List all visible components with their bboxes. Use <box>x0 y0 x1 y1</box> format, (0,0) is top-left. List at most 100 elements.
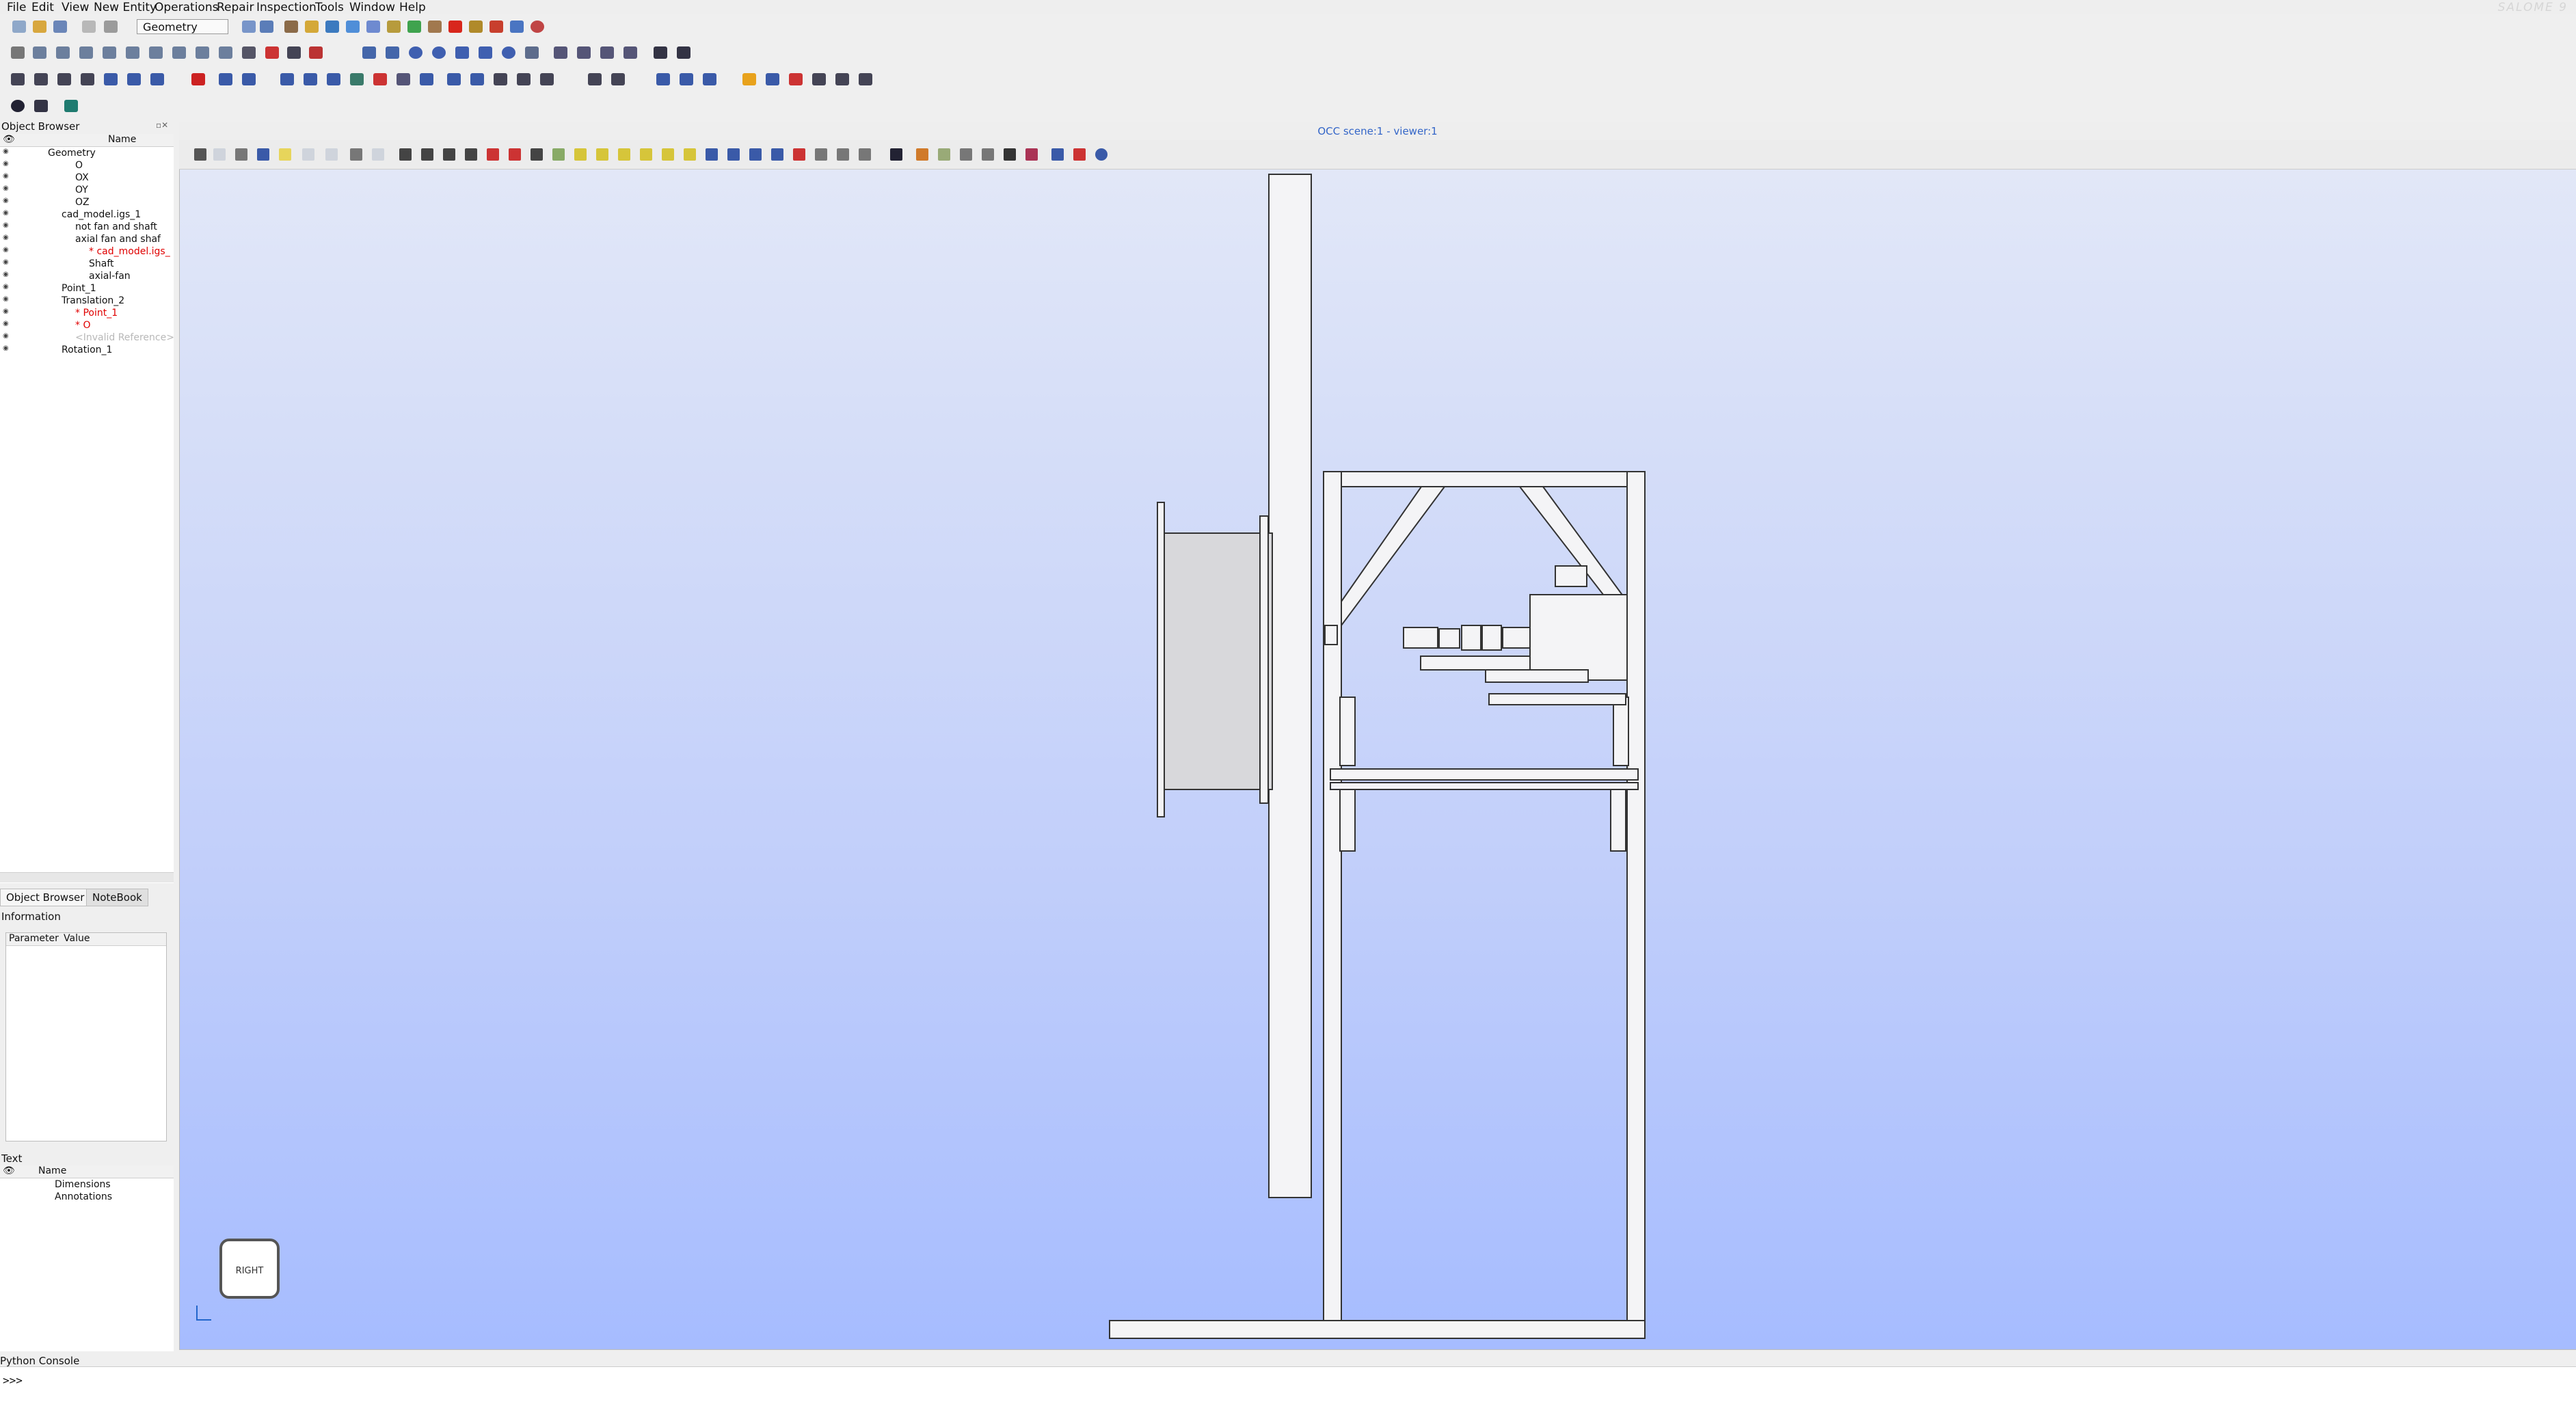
occ-viewer[interactable]: RIGHT <box>179 122 2576 1350</box>
text-name-column-header[interactable]: Name <box>38 1165 66 1176</box>
shape-tool-icon[interactable] <box>387 21 401 33</box>
offset-icon[interactable] <box>104 73 118 85</box>
rotate-icon[interactable] <box>34 73 48 85</box>
right-view-icon[interactable] <box>684 148 696 161</box>
dock-close-icon[interactable]: ▫✕ <box>156 120 168 130</box>
tree-item[interactable]: ◉ axial fan and shaf <box>0 234 174 246</box>
plane-icon[interactable] <box>242 46 256 59</box>
tree-item[interactable]: ◉ <Invalid Reference> <box>0 332 174 344</box>
clipping-icon[interactable] <box>793 148 805 161</box>
visibility-eye-icon[interactable]: ◉ <box>3 197 9 204</box>
sphere-icon[interactable] <box>409 46 422 59</box>
tree-item[interactable]: ◉ OY <box>0 185 174 197</box>
transparency-icon[interactable] <box>1025 148 1038 161</box>
rotate-anticlockwise-icon[interactable] <box>706 148 718 161</box>
left-view-icon[interactable] <box>662 148 674 161</box>
curve-icon[interactable] <box>126 46 139 59</box>
cut-icon[interactable] <box>448 21 462 33</box>
measure-length-icon[interactable] <box>656 73 670 85</box>
line-icon[interactable] <box>33 46 46 59</box>
pipe-icon[interactable] <box>11 100 25 112</box>
rotate-clockwise-icon[interactable] <box>727 148 740 161</box>
fit-all-icon[interactable] <box>399 148 412 161</box>
translate-icon[interactable] <box>11 73 25 85</box>
module-selector[interactable]: Geometry <box>137 19 228 34</box>
projection-mode-icon[interactable] <box>890 148 902 161</box>
fit-area-icon[interactable] <box>421 148 433 161</box>
import-icon[interactable] <box>64 100 78 112</box>
dump-view-icon[interactable] <box>260 21 273 33</box>
clone-view-icon[interactable] <box>771 148 783 161</box>
suppress-icon[interactable] <box>420 73 433 85</box>
check-compound-icon[interactable] <box>835 73 849 85</box>
pan-icon[interactable] <box>487 148 499 161</box>
visibility-eye-icon[interactable]: ◉ <box>3 320 9 327</box>
mirror-icon[interactable] <box>57 73 71 85</box>
visibility-eye-icon[interactable]: ◉ <box>3 283 9 290</box>
stereo-icon[interactable] <box>916 148 928 161</box>
reset-view-icon[interactable] <box>749 148 762 161</box>
menu-window[interactable]: Window <box>349 1 395 14</box>
chart-icon[interactable] <box>510 21 524 33</box>
common-icon[interactable] <box>577 46 591 59</box>
circle-selection-icon[interactable] <box>325 148 338 161</box>
tab-object-browser[interactable]: Object Browser <box>0 889 91 906</box>
rotation-icon[interactable] <box>531 148 543 161</box>
heal-icon[interactable] <box>494 73 507 85</box>
menu-file[interactable]: File <box>7 1 26 14</box>
properties-icon[interactable] <box>611 73 625 85</box>
extrusion-icon[interactable] <box>525 46 539 59</box>
bounding-box-icon[interactable] <box>703 73 716 85</box>
trihedron-icon[interactable] <box>350 148 362 161</box>
plane-tool-icon[interactable] <box>366 21 380 33</box>
visibility-eye-icon[interactable]: ◉ <box>3 308 9 315</box>
back-view-icon[interactable] <box>596 148 608 161</box>
tree-item[interactable]: ◉ O <box>0 160 174 172</box>
shape-selection-icon[interactable] <box>257 148 269 161</box>
menu-view[interactable]: View <box>62 1 89 14</box>
tree-item[interactable]: ◉ Translation_2 <box>0 295 174 308</box>
visibility-eye-icon[interactable]: ◉ <box>3 209 9 217</box>
fit-selection-icon[interactable] <box>443 148 455 161</box>
name-column-header[interactable]: Name <box>108 134 136 145</box>
paste-icon[interactable] <box>104 21 118 33</box>
partition-icon[interactable] <box>242 73 256 85</box>
measure-icon[interactable] <box>469 21 483 33</box>
view-cube[interactable]: RIGHT <box>219 1239 280 1299</box>
parameter-column-header[interactable]: Parameter <box>9 933 59 944</box>
front-view-icon[interactable] <box>574 148 587 161</box>
tree-item[interactable]: ◉ axial-fan <box>0 271 174 283</box>
box-icon[interactable] <box>362 46 376 59</box>
close-contour-icon[interactable] <box>517 73 531 85</box>
marker-icon[interactable] <box>265 46 279 59</box>
min-distance-icon[interactable] <box>812 73 826 85</box>
menu-edit[interactable]: Edit <box>31 1 54 14</box>
group-icon[interactable] <box>397 73 410 85</box>
fuse-icon[interactable] <box>554 46 567 59</box>
hover-icon[interactable] <box>235 148 247 161</box>
display-mode-icon[interactable] <box>654 46 667 59</box>
section-icon[interactable] <box>623 46 637 59</box>
cylinder-icon[interactable] <box>386 46 399 59</box>
zoom-icon[interactable] <box>465 148 477 161</box>
rectangle-icon[interactable] <box>479 46 492 59</box>
tree-item[interactable]: ◉ * O <box>0 320 174 332</box>
visibility-eye-icon[interactable]: ◉ <box>3 148 9 155</box>
cone-icon[interactable] <box>455 46 469 59</box>
glue-icon[interactable] <box>280 73 294 85</box>
visibility-eye-icon[interactable]: ◉ <box>3 160 9 167</box>
menu-repair[interactable]: Repair <box>217 1 254 14</box>
tree-item[interactable]: ◉ OZ <box>0 197 174 209</box>
explode-icon[interactable] <box>309 46 323 59</box>
text-item-dimensions[interactable]: Dimensions <box>55 1179 111 1191</box>
tree-item[interactable]: ◉ Geometry <box>0 148 174 160</box>
tree-item[interactable]: ◉ Shaft <box>0 258 174 271</box>
arc-icon[interactable] <box>103 46 116 59</box>
chamfer-icon[interactable] <box>219 73 232 85</box>
disk-icon[interactable] <box>502 46 515 59</box>
env-texture-icon[interactable] <box>960 148 972 161</box>
visibility-eye-icon[interactable]: ◉ <box>3 295 9 303</box>
copy-icon[interactable] <box>82 21 96 33</box>
bottom-view-icon[interactable] <box>640 148 652 161</box>
local-cs-icon[interactable] <box>219 46 232 59</box>
